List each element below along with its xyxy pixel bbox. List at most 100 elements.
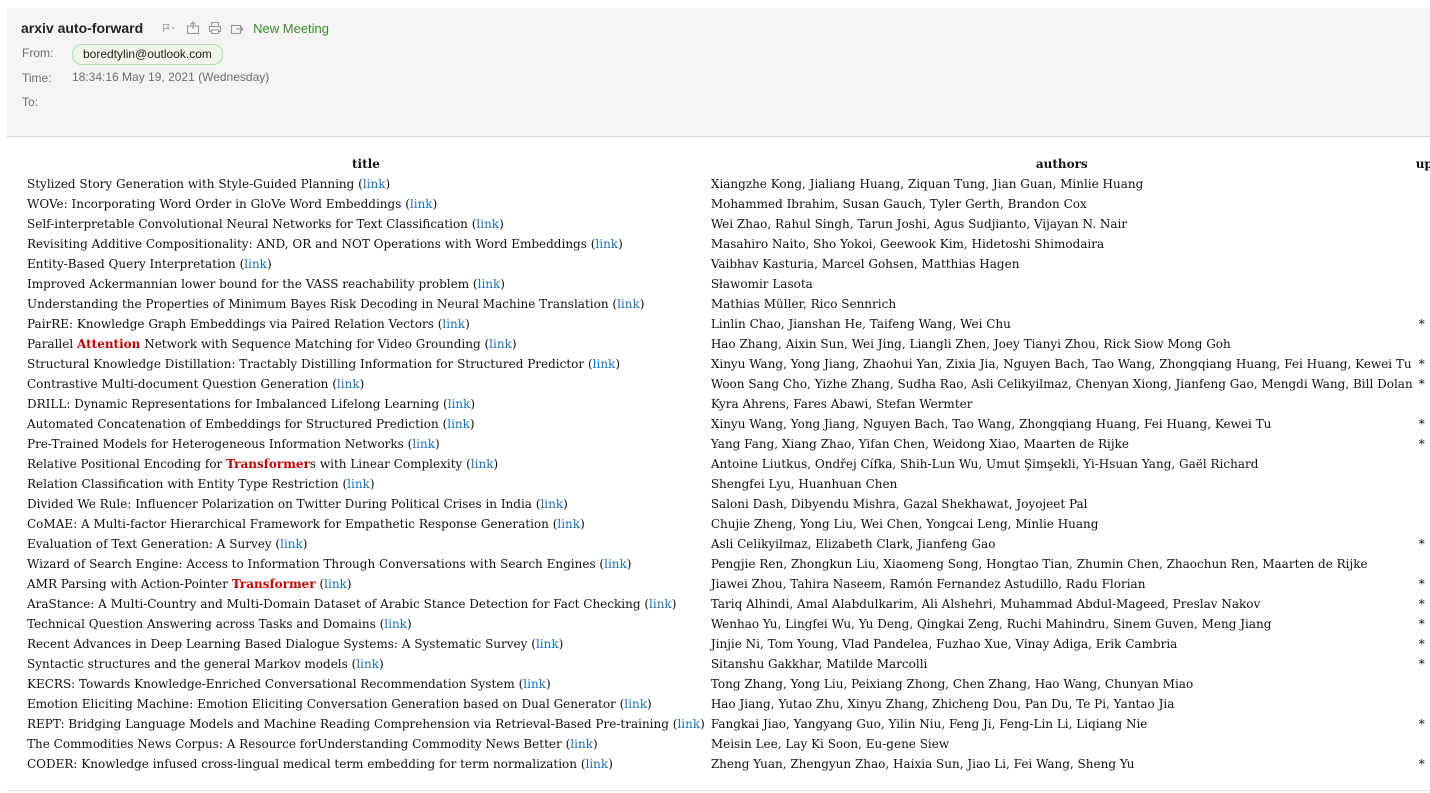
paper-title-cell: Contrastive Multi-document Question Gene… [27, 377, 365, 391]
paper-link[interactable]: link [586, 757, 609, 771]
paper-link[interactable]: link [557, 517, 580, 531]
paper-link[interactable]: link [478, 277, 501, 291]
paper-title-cell: Self-interpretable Convolutional Neural … [27, 217, 504, 231]
paper-link[interactable]: link [595, 237, 618, 251]
table-row: Divided We Rule: Influencer Polarization… [24, 494, 1430, 514]
paper-link[interactable]: link [410, 197, 433, 211]
paper-title-text: AraStance: A Multi-Country and Multi-Dom… [27, 597, 645, 611]
paper-authors-cell: Xiangzhe Kong, Jialiang Huang, Ziquan Tu… [710, 177, 1144, 191]
paper-link[interactable]: link [384, 617, 407, 631]
update-marker [1416, 194, 1430, 214]
flag-icon[interactable] [159, 20, 179, 36]
paper-title-text: The Commodities News Corpus: A Resource … [27, 737, 566, 751]
paper-authors-cell: Linlin Chao, Jianshan He, Taifeng Wang, … [710, 317, 1011, 331]
update-marker [1416, 494, 1430, 514]
paper-title-text: Divided We Rule: Influencer Polarization… [27, 497, 536, 511]
paper-authors-cell: Kyra Ahrens, Fares Abawi, Stefan Wermter [710, 397, 973, 411]
paper-link[interactable]: link [447, 417, 470, 431]
paper-title-cell: CODER: Knowledge infused cross-lingual m… [27, 757, 613, 771]
update-marker [1416, 514, 1430, 534]
paper-link[interactable]: link [442, 317, 465, 331]
paper-link[interactable]: link [244, 257, 267, 271]
paper-title-cell: KECRS: Towards Knowledge-Enriched Conver… [27, 677, 551, 691]
update-marker: * [1418, 657, 1425, 671]
table-row: AraStance: A Multi-Country and Multi-Dom… [24, 594, 1430, 614]
paper-link[interactable]: link [536, 637, 559, 651]
table-row: Revisiting Additive Compositionality: AN… [24, 234, 1430, 254]
sender-chip[interactable]: boredtylin@outlook.com [72, 44, 223, 65]
paper-link[interactable]: link [337, 377, 360, 391]
paper-link[interactable]: link [649, 597, 672, 611]
paper-title-text: DRILL: Dynamic Representations for Imbal… [27, 397, 444, 411]
table-row: Evaluation of Text Generation: A Survey … [24, 534, 1430, 554]
paper-link[interactable]: link [280, 537, 303, 551]
paper-title-cell: DRILL: Dynamic Representations for Imbal… [27, 397, 476, 411]
update-marker: * [1418, 357, 1425, 371]
paper-title-cell: The Commodities News Corpus: A Resource … [27, 737, 598, 751]
paper-link[interactable]: link [570, 737, 593, 751]
paper-link[interactable]: link [471, 457, 494, 471]
table-row: Syntactic structures and the general Mar… [24, 654, 1430, 674]
paper-authors-cell: Tariq Alhindi, Amal Alabdulkarim, Ali Al… [710, 597, 1261, 611]
papers-table: title authors update Stylized Story Gene… [24, 154, 1430, 774]
paper-link[interactable]: link [412, 437, 435, 451]
paper-title-cell: REPT: Bridging Language Models and Machi… [27, 717, 705, 731]
paper-authors-cell: Asli Celikyilmaz, Elizabeth Clark, Jianf… [710, 537, 996, 551]
paper-authors-cell: Mohammed Ibrahim, Susan Gauch, Tyler Ger… [710, 197, 1087, 211]
table-row: Contrastive Multi-document Question Gene… [24, 374, 1430, 394]
paper-title-text: Revisiting Additive Compositionality: AN… [27, 237, 591, 251]
paper-link[interactable]: link [448, 397, 471, 411]
highlighted-keyword: Transformer [226, 457, 310, 471]
paper-title-text: Technical Question Answering across Task… [27, 617, 380, 631]
paper-link[interactable]: link [476, 217, 499, 231]
paper-link[interactable]: link [356, 657, 379, 671]
paper-link[interactable]: link [677, 717, 700, 731]
paper-title-cell: AraStance: A Multi-Country and Multi-Dom… [27, 597, 677, 611]
table-row: WOVe: Incorporating Word Order in GloVe … [24, 194, 1430, 214]
update-marker: * [1418, 717, 1425, 731]
paper-link[interactable]: link [523, 677, 546, 691]
table-row: Stylized Story Generation with Style-Gui… [24, 174, 1430, 194]
new-meeting-button[interactable]: New Meeting [253, 21, 329, 36]
paper-link[interactable]: link [593, 357, 616, 371]
paper-title-cell: Revisiting Additive Compositionality: AN… [27, 237, 623, 251]
paper-authors-cell: Hao Zhang, Aixin Sun, Wei Jing, Liangli … [710, 337, 1231, 351]
move-icon[interactable] [185, 20, 201, 36]
paper-title-text [316, 577, 320, 591]
column-header-authors: authors [1035, 157, 1088, 171]
table-row: Recent Advances in Deep Learning Based D… [24, 634, 1430, 654]
paper-link[interactable]: link [604, 557, 627, 571]
paper-link[interactable]: link [624, 697, 647, 711]
paper-link[interactable]: link [489, 337, 512, 351]
paper-title-cell: Automated Concatenation of Embeddings fo… [27, 417, 475, 431]
paper-title-cell: Evaluation of Text Generation: A Survey … [27, 537, 308, 551]
update-marker [1416, 234, 1430, 254]
paper-authors-cell: Xinyu Wang, Yong Jiang, Zhaohui Yan, Zix… [710, 357, 1412, 371]
update-marker [1416, 474, 1430, 494]
paper-title-text: Network with Sequence Matching for Video… [140, 337, 485, 351]
table-row: KECRS: Towards Knowledge-Enriched Conver… [24, 674, 1430, 694]
forward-icon[interactable] [229, 20, 245, 36]
table-row: DRILL: Dynamic Representations for Imbal… [24, 394, 1430, 414]
paper-title-text: s with Linear Complexity [309, 457, 467, 471]
paper-link[interactable]: link [540, 497, 563, 511]
paper-authors-cell: Antoine Liutkus, Ondřej Cífka, Shih-Lun … [710, 457, 1259, 471]
paper-title-text: CoMAE: A Multi-factor Hierarchical Frame… [27, 517, 553, 531]
paper-link[interactable]: link [324, 577, 347, 591]
paper-title-text: Evaluation of Text Generation: A Survey [27, 537, 276, 551]
paper-link[interactable]: link [363, 177, 386, 191]
table-row: Relation Classification with Entity Type… [24, 474, 1430, 494]
paper-link[interactable]: link [347, 477, 370, 491]
update-marker: * [1418, 597, 1425, 611]
table-row: Understanding the Properties of Minimum … [24, 294, 1430, 314]
paper-title-cell: Syntactic structures and the general Mar… [27, 657, 384, 671]
table-row: CODER: Knowledge infused cross-lingual m… [24, 754, 1430, 774]
paper-title-cell: Emotion Eliciting Machine: Emotion Elici… [27, 697, 652, 711]
update-marker: * [1418, 437, 1425, 451]
update-marker [1416, 394, 1430, 414]
time-label: Time: [22, 71, 52, 85]
paper-authors-cell: Saloni Dash, Dibyendu Mishra, Gazal Shek… [710, 497, 1088, 511]
paper-link[interactable]: link [617, 297, 640, 311]
table-row: Entity-Based Query Interpretation (link)… [24, 254, 1430, 274]
print-icon[interactable] [207, 20, 223, 36]
